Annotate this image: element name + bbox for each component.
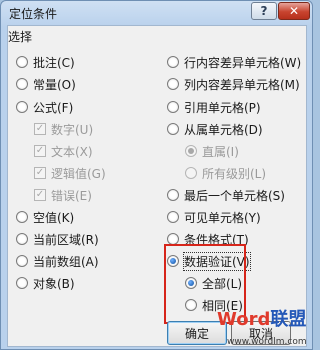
radio-icon: [167, 211, 179, 223]
watermark-logo: Word联盟: [217, 311, 306, 329]
radio-icon: [16, 211, 28, 223]
option-precedents[interactable]: 引用单元格(P): [167, 99, 261, 115]
option-errors: ✓ 错误(E): [34, 187, 92, 203]
option-logicals: ✓ 逻辑值(G): [34, 165, 106, 181]
help-button[interactable]: ?: [251, 2, 277, 20]
option-blanks[interactable]: 空值(K): [16, 209, 74, 225]
title-bar: 定位条件 ? ✕: [1, 1, 312, 23]
option-label: 列内容差异单元格(M): [184, 77, 300, 92]
option-label: 逻辑值(G): [51, 166, 106, 181]
option-label: 对象(B): [33, 276, 75, 291]
option-label: 引用单元格(P): [184, 100, 261, 115]
radio-icon: [16, 277, 28, 289]
help-icon: ?: [260, 4, 268, 18]
radio-icon: [167, 123, 179, 135]
option-text: ✓ 文本(X): [34, 143, 93, 159]
option-visible-cells[interactable]: 可见单元格(Y): [167, 209, 261, 225]
dialog-title: 定位条件: [9, 7, 58, 21]
option-label: 可见单元格(Y): [184, 210, 261, 225]
radio-icon: [185, 145, 197, 157]
radio-icon: [16, 255, 28, 267]
option-current-region[interactable]: 当前区域(R): [16, 231, 99, 247]
option-label: 批注(C): [33, 55, 75, 70]
radio-icon: [167, 189, 179, 201]
checkbox-icon: ✓: [34, 123, 46, 135]
option-last-cell[interactable]: 最后一个单元格(S): [167, 187, 285, 203]
radio-icon: [167, 78, 179, 90]
option-label: 数字(U): [51, 122, 94, 137]
option-row-differences[interactable]: 行内容差异单元格(W): [167, 54, 301, 70]
option-comments[interactable]: 批注(C): [16, 54, 75, 70]
radio-icon: [167, 56, 179, 68]
radio-icon: [16, 78, 28, 90]
option-label: 行内容差异单元格(W): [184, 55, 302, 70]
radio-icon: [167, 101, 179, 113]
watermark-word: Word: [217, 309, 271, 330]
option-label: 最后一个单元格(S): [184, 188, 285, 203]
option-label: 从属单元格(D): [184, 122, 263, 137]
option-label: 公式(F): [33, 100, 74, 115]
option-label: 常量(O): [33, 77, 76, 92]
checkbox-icon: ✓: [34, 167, 46, 179]
option-numbers: ✓ 数字(U): [34, 121, 93, 137]
option-dependents[interactable]: 从属单元格(D): [167, 121, 263, 137]
option-column-differences[interactable]: 列内容差异单元格(M): [167, 76, 300, 92]
watermark-cn: 联盟: [270, 309, 307, 330]
watermark-url: www.wordlm.com: [227, 337, 307, 347]
option-all-levels: 所有级别(L): [185, 165, 266, 181]
option-label: 当前数组(A): [33, 254, 99, 269]
option-objects[interactable]: 对象(B): [16, 275, 75, 291]
option-label: 空值(K): [33, 210, 75, 225]
checkbox-icon: ✓: [34, 189, 46, 201]
option-label: 当前区域(R): [33, 232, 99, 247]
option-direct-only: 直属(I): [185, 143, 239, 159]
option-current-array[interactable]: 当前数组(A): [16, 253, 99, 269]
radio-icon: [16, 101, 28, 113]
option-label: 直属(I): [202, 144, 239, 159]
option-constants[interactable]: 常量(O): [16, 76, 76, 92]
option-label: 文本(X): [51, 144, 93, 159]
radio-icon: [16, 233, 28, 245]
radio-icon: [16, 56, 28, 68]
option-formulas[interactable]: 公式(F): [16, 99, 73, 115]
group-label-select: 选择: [8, 30, 33, 44]
close-button[interactable]: ✕: [278, 2, 310, 20]
dialog-window: 定位条件 ? ✕ 选择 批注(C) 常量(O) 公式(F) ✓ 数字(U) ✓ …: [0, 0, 313, 350]
option-label: 所有级别(L): [202, 166, 267, 181]
dialog-body: 选择 批注(C) 常量(O) 公式(F) ✓ 数字(U) ✓ 文本(X) ✓ 逻…: [7, 25, 307, 347]
checkbox-icon: ✓: [34, 145, 46, 157]
close-icon: ✕: [288, 4, 300, 18]
radio-icon: [185, 167, 197, 179]
option-label: 错误(E): [51, 188, 92, 203]
